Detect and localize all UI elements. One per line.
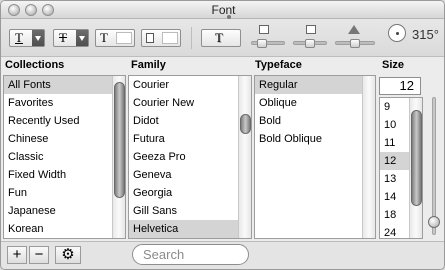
scroll-thumb[interactable] — [411, 110, 422, 206]
shadow-toggle-button[interactable]: T — [201, 29, 241, 47]
family-scrollbar[interactable] — [238, 76, 251, 238]
size-scrollbar[interactable] — [409, 98, 422, 238]
list-item[interactable]: Gill Sans — [129, 202, 251, 220]
list-item[interactable]: Fun — [4, 184, 125, 202]
family-header: Family — [131, 59, 166, 71]
window-title: Font — [211, 3, 236, 17]
size-field[interactable]: 12 — [379, 77, 421, 95]
font-panel-window: Font T T T T 315° Collections Family Typ… — [0, 0, 445, 270]
typeface-scrollbar[interactable] — [362, 76, 375, 238]
list-item[interactable]: Oblique — [255, 94, 375, 112]
rotation-value: 315° — [412, 27, 439, 42]
list-item[interactable]: Bold Oblique — [255, 130, 375, 148]
underline-glyph: T — [15, 30, 23, 45]
size-header: Size — [382, 59, 405, 71]
list-item[interactable]: Geeza Pro — [129, 148, 251, 166]
strikethrough-glyph: T — [59, 30, 67, 45]
shadow-opacity-icon — [259, 25, 269, 34]
font-toolbar: T T T T 315° — [1, 19, 444, 57]
shadow-offset-slider[interactable] — [335, 39, 375, 48]
gear-icon: ⚙ — [61, 246, 75, 263]
add-collection-button[interactable]: + — [7, 246, 27, 264]
slider-knob[interactable] — [305, 39, 315, 48]
typeface-header: Typeface — [255, 59, 302, 71]
list-item[interactable]: Favorites — [4, 94, 125, 112]
list-item[interactable]: Helvetica — [129, 220, 251, 238]
shadow-blur-icon — [306, 25, 316, 34]
list-item[interactable]: Futura — [129, 130, 251, 148]
strikethrough-popup-button[interactable]: T — [53, 29, 89, 47]
scroll-thumb[interactable] — [240, 114, 251, 134]
collections-list[interactable]: All Fonts Favorites Recently Used Chines… — [3, 75, 126, 239]
list-item[interactable]: Bold — [255, 112, 375, 130]
title-bar: Font — [1, 1, 444, 19]
list-item[interactable]: Korean — [4, 220, 125, 238]
document-color-button[interactable] — [141, 29, 181, 47]
document-icon — [146, 33, 154, 43]
text-color-swatch — [116, 32, 132, 44]
text-color-button[interactable]: T — [95, 29, 135, 47]
underline-popup-button[interactable]: T — [9, 29, 45, 47]
slider-knob[interactable] — [350, 39, 360, 48]
shadow-opacity-slider[interactable] — [251, 39, 285, 48]
remove-collection-button[interactable]: − — [29, 246, 49, 264]
family-list[interactable]: Courier Courier New Didot Futura Geeza P… — [128, 75, 252, 239]
list-item[interactable]: Didot — [129, 112, 251, 130]
list-item[interactable]: Classic — [4, 148, 125, 166]
toolbar-divider — [191, 27, 192, 49]
slider-knob[interactable] — [257, 39, 267, 48]
list-item[interactable]: Fixed Width — [4, 166, 125, 184]
list-item[interactable]: Recently Used — [4, 112, 125, 130]
list-item[interactable]: Courier — [129, 76, 251, 94]
shadow-blur-slider[interactable] — [293, 39, 327, 48]
collections-header: Collections — [5, 59, 65, 71]
size-slider[interactable] — [428, 97, 440, 235]
list-item[interactable]: All Fonts — [4, 76, 125, 94]
chevron-down-icon — [76, 30, 88, 46]
document-color-swatch — [162, 32, 178, 44]
list-item[interactable]: Georgia — [129, 184, 251, 202]
list-item[interactable]: Chinese — [4, 130, 125, 148]
typeface-list[interactable]: Regular Oblique Bold Bold Oblique — [254, 75, 376, 239]
shadow-offset-icon — [348, 25, 360, 34]
list-item[interactable]: Regular — [255, 76, 375, 94]
list-item[interactable]: Courier New — [129, 94, 251, 112]
list-item[interactable]: Geneva — [129, 166, 251, 184]
text-color-glyph: T — [100, 30, 108, 45]
chevron-down-icon — [32, 30, 44, 46]
size-list[interactable]: 9 10 11 12 13 14 18 24 — [379, 97, 423, 239]
collections-scrollbar[interactable] — [112, 76, 125, 238]
shadow-angle-dial[interactable] — [388, 24, 406, 42]
shadow-glyph: T — [215, 30, 223, 45]
action-gear-button[interactable]: ⚙ — [55, 246, 81, 264]
list-item[interactable]: Japanese — [4, 202, 125, 220]
search-field[interactable]: Search — [132, 244, 249, 265]
size-slider-knob[interactable] — [428, 216, 440, 228]
scroll-thumb[interactable] — [114, 82, 125, 198]
